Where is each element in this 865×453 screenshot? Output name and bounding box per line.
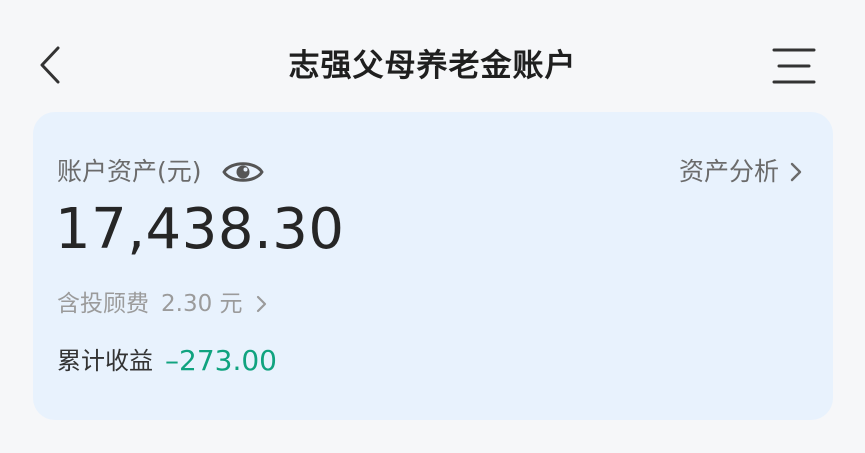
eye-icon[interactable] [222, 156, 264, 188]
fee-label: 含投顾费 [57, 291, 149, 317]
total-assets-value: 17,438.30 [55, 197, 345, 262]
chevron-right-icon [256, 295, 266, 313]
asset-label-row: 账户资产(元) [57, 150, 264, 194]
account-summary-card: 账户资产(元) 资产分析 17,438.30 含投顾费 2.30 元 累计收益 … [33, 112, 833, 420]
page-title: 志强父母养老金账户 [288, 48, 577, 84]
chevron-right-icon [790, 162, 802, 182]
asset-analysis-link[interactable]: 资产分析 [679, 150, 803, 194]
advisory-fee-row[interactable]: 含投顾费 2.30 元 [57, 284, 267, 324]
fee-value: 2.30 元 [161, 291, 243, 317]
cumulative-profit-row: 累计收益 –273.00 [57, 340, 277, 382]
profit-label: 累计收益 [57, 347, 153, 375]
asset-analysis-label: 资产分析 [678, 157, 779, 186]
hamburger-menu-icon [772, 48, 816, 84]
menu-button[interactable] [770, 44, 818, 88]
profit-value: –273.00 [165, 344, 277, 377]
asset-label: 账户资产(元) [57, 157, 202, 186]
top-nav-bar: 志强父母养老金账户 [0, 0, 865, 112]
